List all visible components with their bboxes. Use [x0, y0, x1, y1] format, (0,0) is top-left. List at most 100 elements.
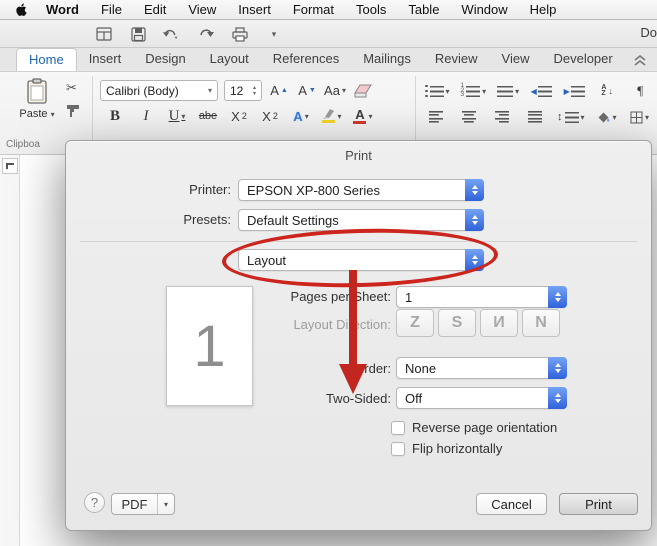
clear-formatting-button[interactable] [352, 81, 374, 101]
save-icon[interactable] [129, 25, 147, 43]
numbered-list-icon [466, 85, 481, 97]
print-button[interactable]: Print [559, 493, 638, 515]
menu-item-help[interactable]: Help [519, 0, 568, 20]
tab-home[interactable]: Home [16, 48, 77, 71]
borders-button[interactable]: ▾ [629, 107, 651, 127]
tab-mailings[interactable]: Mailings [351, 48, 423, 71]
tab-design[interactable]: Design [133, 48, 197, 71]
tab-stop-icon [6, 163, 14, 169]
collapse-ribbon-icon[interactable] [633, 53, 647, 71]
subscript-button[interactable]: X2 [228, 106, 250, 126]
menu-item-word[interactable]: Word [35, 0, 90, 20]
grow-font-button[interactable]: A ▲ [268, 81, 290, 101]
font-name-combo[interactable]: Calibri (Body) ▾ [100, 80, 218, 101]
undo-icon[interactable] [163, 25, 181, 43]
font-size-combo[interactable]: 12 ▴ ▾ [224, 80, 262, 101]
printer-value: EPSON XP-800 Series [247, 182, 380, 198]
show-hide-ribbon-icon[interactable] [95, 25, 113, 43]
layout-direction-group: Z S И N [396, 309, 560, 337]
tab-review[interactable]: Review [423, 48, 490, 71]
menu-item-table[interactable]: Table [397, 0, 450, 20]
superscript-glyph: X [262, 108, 271, 124]
decrease-indent-button[interactable]: ◀ [530, 81, 552, 101]
superscript-button[interactable]: X2 [259, 106, 281, 126]
italic-button[interactable]: I [135, 106, 157, 126]
menu-item-tools[interactable]: Tools [345, 0, 397, 20]
two-sided-select[interactable]: Off [396, 387, 567, 409]
cancel-label: Cancel [491, 496, 532, 512]
redo-icon[interactable] [197, 25, 215, 43]
toolbar-more-icon[interactable]: ▾ [265, 25, 283, 43]
justify-button[interactable] [524, 107, 546, 127]
menu-item-edit[interactable]: Edit [133, 0, 177, 20]
group-separator [92, 76, 93, 148]
tab-view[interactable]: View [490, 48, 542, 71]
align-left-button[interactable] [425, 107, 447, 127]
bullet-list-button[interactable]: ▾ [425, 81, 450, 101]
shrink-font-button[interactable]: A ▼ [296, 81, 318, 101]
layout-direction-reverse-n-button[interactable]: И [480, 309, 518, 337]
menu-item-file[interactable]: File [90, 0, 133, 20]
two-sided-value: Off [405, 390, 423, 406]
presets-select[interactable]: Default Settings [238, 209, 484, 231]
strikethrough-button[interactable]: abe [197, 106, 219, 126]
apple-menu[interactable] [0, 0, 35, 20]
eraser-icon [354, 84, 372, 97]
text-effects-button[interactable]: A ▾ [290, 106, 312, 126]
font-size-stepper-icon[interactable]: ▴ ▾ [253, 85, 256, 97]
layout-direction-s-button[interactable]: S [438, 309, 476, 337]
bold-button[interactable]: B [104, 106, 126, 126]
menu-item-format[interactable]: Format [282, 0, 345, 20]
show-paragraph-marks-button[interactable]: ¶ [629, 81, 651, 101]
tab-insert[interactable]: Insert [77, 48, 134, 71]
paste-dropdown-icon[interactable]: ▾ [51, 110, 55, 119]
numbered-list-button[interactable]: 1 2 3 ▾ [461, 81, 487, 101]
menu-item-view[interactable]: View [177, 0, 227, 20]
flip-horizontally-label: Flip horizontally [412, 441, 503, 456]
pages-per-sheet-select[interactable]: 1 [396, 286, 567, 308]
align-left-icon [429, 111, 443, 123]
reverse-page-orientation-checkbox[interactable] [391, 420, 405, 435]
tab-references[interactable]: References [261, 48, 351, 71]
bold-glyph: B [109, 107, 120, 124]
menu-item-insert[interactable]: Insert [227, 0, 282, 20]
align-center-button[interactable] [458, 107, 480, 127]
layout-direction-n-button[interactable]: N [522, 309, 560, 337]
highlight-button[interactable]: ▾ [321, 106, 343, 126]
strikethrough-glyph: abe [198, 110, 218, 122]
layout-z-icon: Z [410, 314, 420, 331]
tab-developer[interactable]: Developer [541, 48, 624, 71]
group-separator [415, 76, 416, 148]
sort-button[interactable]: A Z ↓ [596, 81, 618, 101]
pdf-menu-button[interactable]: PDF ▾ [111, 493, 175, 515]
line-spacing-button[interactable]: ↕ ▾ [557, 107, 585, 127]
align-right-button[interactable] [491, 107, 513, 127]
shading-button[interactable]: ▾ [596, 107, 618, 127]
help-button[interactable]: ? [84, 492, 105, 513]
print-icon[interactable] [231, 25, 249, 43]
increase-indent-button[interactable]: ▶ [563, 81, 585, 101]
flip-horizontally-checkbox[interactable] [391, 441, 405, 456]
underline-button[interactable]: U ▾ [166, 106, 188, 126]
border-select[interactable]: None [396, 357, 567, 379]
decrease-indent-icon [537, 85, 552, 97]
justify-icon [528, 111, 542, 123]
font-color-button[interactable]: A ▾ [352, 106, 374, 126]
shrink-font-glyph: A [298, 83, 307, 98]
menu-item-window[interactable]: Window [450, 0, 518, 20]
tab-stop-selector[interactable] [2, 158, 18, 174]
multilevel-list-button[interactable]: ▾ [497, 81, 519, 101]
format-painter-icon[interactable] [66, 104, 80, 120]
annotation-arrow [339, 270, 367, 394]
cancel-button[interactable]: Cancel [476, 493, 547, 515]
layout-direction-z-button[interactable]: Z [396, 309, 434, 337]
change-case-button[interactable]: Aa ▾ [324, 81, 346, 101]
increase-indent-icon [570, 85, 585, 97]
layout-reverse-n-icon: И [493, 314, 505, 331]
text-effects-glyph: A [293, 108, 303, 124]
paste-button[interactable]: Paste ▾ [14, 78, 60, 120]
font-name-dropdown-icon[interactable]: ▾ [208, 86, 212, 95]
cut-icon[interactable]: ✂ [66, 80, 80, 96]
tab-layout[interactable]: Layout [198, 48, 261, 71]
printer-select[interactable]: EPSON XP-800 Series [238, 179, 484, 201]
